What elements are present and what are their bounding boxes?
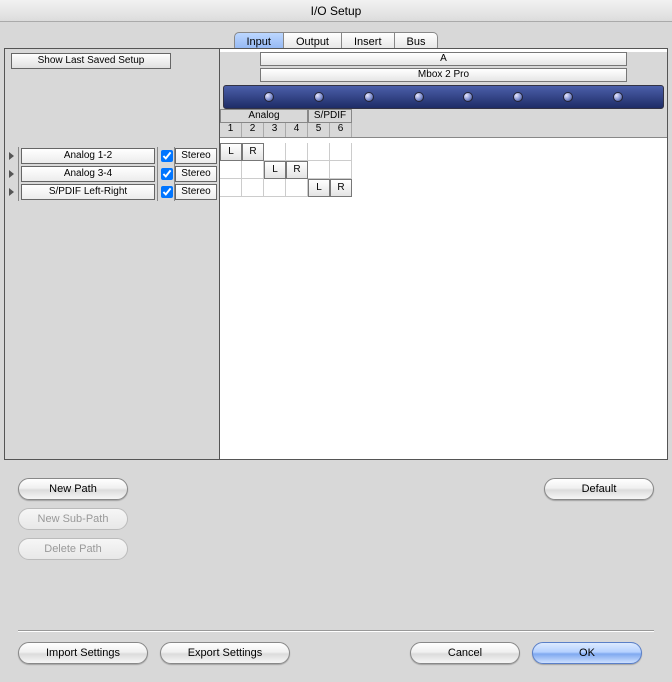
io-cell[interactable] — [308, 161, 330, 179]
path-format[interactable]: Stereo — [175, 184, 217, 200]
channel-num: 6 — [330, 123, 352, 137]
io-cell[interactable]: L — [308, 179, 330, 197]
io-cell[interactable] — [220, 161, 242, 179]
io-cell[interactable]: R — [330, 179, 352, 197]
path-name[interactable]: S/PDIF Left-Right — [21, 184, 155, 200]
path-row: Analog 1-2 Stereo — [5, 147, 219, 165]
path-row: Analog 3-4 Stereo — [5, 165, 219, 183]
io-cell[interactable]: L — [220, 143, 242, 161]
disclosure-icon[interactable] — [5, 147, 19, 165]
channel-num: 5 — [308, 123, 330, 137]
device-graphic — [223, 85, 664, 109]
channel-num: 4 — [286, 123, 308, 137]
right-panel: A Mbox 2 Pro Analog S/PDIF 123456 LRLRLR — [219, 48, 668, 460]
io-cell[interactable] — [264, 179, 286, 197]
group-analog: Analog — [220, 109, 308, 123]
io-cell[interactable] — [330, 161, 352, 179]
io-cell[interactable] — [264, 143, 286, 161]
path-format[interactable]: Stereo — [175, 166, 217, 182]
channel-num: 3 — [264, 123, 286, 137]
device-header: A Mbox 2 Pro Analog S/PDIF 123456 — [220, 52, 667, 138]
io-cell[interactable] — [242, 161, 264, 179]
device-slot[interactable]: A — [260, 52, 627, 66]
path-enable-checkbox[interactable] — [157, 147, 175, 165]
io-cell[interactable] — [220, 179, 242, 197]
path-name[interactable]: Analog 1-2 — [21, 148, 155, 164]
io-cell[interactable] — [286, 143, 308, 161]
window-title: I/O Setup — [0, 0, 672, 22]
path-row: S/PDIF Left-Right Stereo — [5, 183, 219, 201]
show-last-saved-button[interactable]: Show Last Saved Setup — [11, 53, 171, 69]
channel-numbers: 123456 — [220, 123, 667, 137]
io-cell[interactable] — [286, 179, 308, 197]
io-cell[interactable]: R — [242, 143, 264, 161]
io-cell[interactable] — [308, 143, 330, 161]
export-settings-button[interactable]: Export Settings — [160, 642, 290, 664]
cancel-button[interactable]: Cancel — [410, 642, 520, 664]
import-settings-button[interactable]: Import Settings — [18, 642, 148, 664]
path-name[interactable]: Analog 3-4 — [21, 166, 155, 182]
new-path-button[interactable]: New Path — [18, 478, 128, 500]
device-name: Mbox 2 Pro — [260, 68, 627, 82]
io-cell[interactable] — [330, 143, 352, 161]
io-cell[interactable]: R — [286, 161, 308, 179]
disclosure-icon[interactable] — [5, 165, 19, 183]
default-button[interactable]: Default — [544, 478, 654, 500]
separator — [18, 630, 654, 632]
left-panel: Show Last Saved Setup Analog 1-2StereoAn… — [4, 48, 219, 460]
io-cell[interactable] — [242, 179, 264, 197]
disclosure-icon[interactable] — [5, 183, 19, 201]
path-format[interactable]: Stereo — [175, 148, 217, 164]
path-enable-checkbox[interactable] — [157, 183, 175, 201]
group-spdif: S/PDIF — [308, 109, 352, 123]
path-enable-checkbox[interactable] — [157, 165, 175, 183]
channel-num: 2 — [242, 123, 264, 137]
new-sub-path-button: New Sub-Path — [18, 508, 128, 530]
channel-num: 1 — [220, 123, 242, 137]
io-cell[interactable]: L — [264, 161, 286, 179]
delete-path-button: Delete Path — [18, 538, 128, 560]
ok-button[interactable]: OK — [532, 642, 642, 664]
